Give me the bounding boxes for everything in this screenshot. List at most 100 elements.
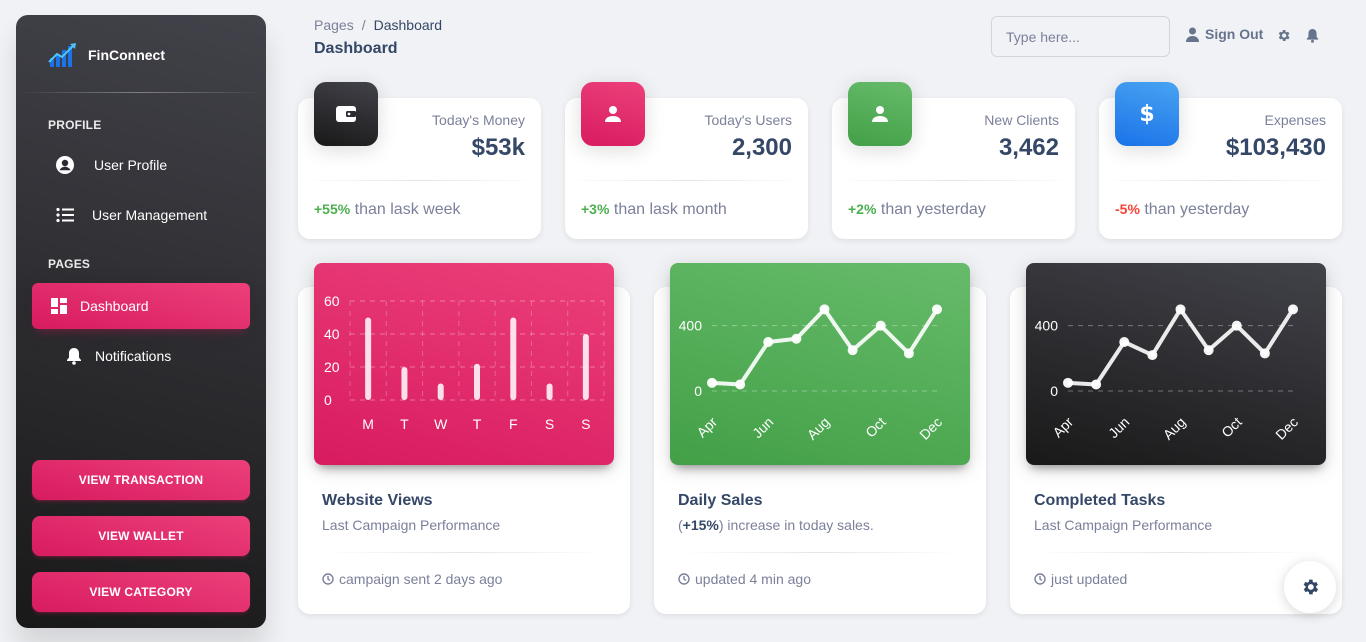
chart-title: Completed Tasks bbox=[1034, 492, 1166, 509]
clock-icon bbox=[1034, 573, 1046, 585]
stat-label: Expenses bbox=[1264, 112, 1326, 128]
brand-name: FinConnect bbox=[88, 47, 165, 63]
data-point bbox=[819, 304, 830, 315]
stat-label: Today's Users bbox=[704, 112, 792, 128]
stat-value: $53k bbox=[471, 134, 525, 161]
divider bbox=[565, 180, 808, 181]
x-tick-label: F bbox=[509, 416, 518, 432]
stat-value: 2,300 bbox=[731, 134, 792, 161]
data-point bbox=[1259, 348, 1270, 359]
x-tick-label: Oct bbox=[862, 414, 889, 441]
stat-change-text: than lask month bbox=[609, 201, 727, 218]
bar-chart: 0 20 40 60 M T W T F S S bbox=[324, 293, 605, 432]
breadcrumb-root[interactable]: Pages bbox=[314, 17, 354, 33]
sidebar-item-label: User Management bbox=[92, 207, 208, 223]
sidebar-item-user-profile[interactable]: User Profile bbox=[32, 142, 250, 188]
clock-icon bbox=[322, 573, 334, 585]
x-tick-label: S bbox=[581, 416, 590, 432]
x-tick-label: Apr bbox=[693, 414, 720, 441]
stat-icon-box bbox=[848, 82, 912, 146]
x-tick-label: Oct bbox=[1218, 414, 1245, 441]
view-wallet-button[interactable]: VIEW WALLET bbox=[32, 516, 250, 556]
breadcrumb: Pages / Dashboard bbox=[314, 17, 442, 33]
line-chart: 0 400 Apr Jun Aug Oct Dec bbox=[1035, 304, 1301, 443]
stat-change: +2% bbox=[848, 201, 877, 217]
bar bbox=[546, 383, 553, 400]
stat-label: New Clients bbox=[984, 112, 1059, 128]
x-tick-label: S bbox=[545, 416, 554, 432]
sidebar-item-label: Notifications bbox=[95, 348, 172, 364]
chart-footer-text: just updated bbox=[1051, 571, 1128, 587]
sign-out-button[interactable]: Sign Out bbox=[1186, 26, 1263, 42]
stat-icon-box: $ bbox=[1115, 82, 1179, 146]
chart-footer-text: campaign sent 2 days ago bbox=[339, 571, 503, 587]
stat-card-expenses: $ Expenses $103,430 -5% than yesterday bbox=[1099, 82, 1342, 239]
settings-fab-button[interactable] bbox=[1284, 561, 1336, 613]
user-icon bbox=[1186, 27, 1199, 42]
x-tick-label: Dec bbox=[916, 414, 945, 443]
search-input[interactable] bbox=[991, 16, 1170, 57]
sidebar-item-notifications[interactable]: Notifications bbox=[32, 333, 250, 379]
stat-footer: -5% than yesterday bbox=[1115, 201, 1249, 219]
sidebar-item-dashboard[interactable]: Dashboard bbox=[32, 283, 250, 329]
brand[interactable]: FinConnect bbox=[48, 42, 165, 68]
divider bbox=[832, 180, 1075, 181]
sign-out-label: Sign Out bbox=[1205, 26, 1264, 42]
data-point bbox=[1119, 337, 1130, 347]
data-point bbox=[791, 333, 802, 344]
breadcrumb-separator: / bbox=[361, 17, 366, 33]
chart-subtitle: (+15%) increase in today sales. bbox=[678, 517, 874, 533]
x-tick-label: Jun bbox=[1105, 414, 1132, 441]
breadcrumb-current: Dashboard bbox=[373, 17, 443, 33]
data-point bbox=[1288, 304, 1298, 315]
chart-box: 0 20 40 60 M T W T F S S bbox=[314, 263, 614, 465]
sidebar-divider bbox=[16, 92, 266, 93]
chart-footer-text: updated 4 min ago bbox=[695, 571, 811, 587]
bar bbox=[510, 317, 517, 400]
chart-footer: updated 4 min ago bbox=[678, 571, 811, 587]
stat-icon-box bbox=[581, 82, 645, 146]
chart-card-daily-sales: 0 400 Apr Jun Aug Oct Dec Daily Sales (+15%) i… bbox=[654, 263, 986, 614]
list-icon bbox=[54, 204, 76, 226]
data-point bbox=[875, 320, 886, 331]
stat-change: +3% bbox=[581, 201, 610, 217]
stat-footer: +3% than lask month bbox=[581, 201, 727, 219]
stat-change-text: than yesterday bbox=[1139, 201, 1250, 218]
x-tick-label: Jun bbox=[749, 414, 776, 441]
y-tick-label: 0 bbox=[324, 392, 332, 408]
bar bbox=[365, 317, 372, 400]
gear-icon[interactable] bbox=[1275, 27, 1291, 43]
dashboard-icon bbox=[48, 295, 70, 317]
sidebar-item-label: Dashboard bbox=[80, 298, 149, 314]
view-transaction-button[interactable]: VIEW TRANSACTION bbox=[32, 460, 250, 500]
x-tick-label: W bbox=[434, 416, 448, 432]
stat-card-clients: New Clients 3,462 +2% than yesterday bbox=[832, 82, 1075, 239]
x-tick-label: M bbox=[362, 416, 374, 432]
chart-subtitle: Last Campaign Performance bbox=[322, 517, 501, 533]
divider bbox=[298, 180, 541, 181]
stat-value: $103,430 bbox=[1225, 134, 1326, 161]
chart-title: Daily Sales bbox=[678, 492, 763, 509]
data-point bbox=[903, 348, 914, 359]
person-icon bbox=[605, 106, 621, 122]
chart-subtitle-bold: +15% bbox=[682, 517, 719, 533]
line-chart: 0 400 Apr Jun Aug Oct Dec bbox=[679, 304, 945, 443]
section-title-profile: PROFILE bbox=[48, 118, 102, 132]
stat-value: 3,462 bbox=[998, 134, 1059, 161]
sidebar-item-user-management[interactable]: User Management bbox=[32, 192, 250, 238]
y-tick-label: 0 bbox=[1050, 383, 1058, 399]
y-tick-label: 60 bbox=[324, 293, 340, 309]
view-category-button[interactable]: VIEW CATEGORY bbox=[32, 572, 250, 612]
chart-title: Website Views bbox=[322, 492, 433, 509]
chart-box: 0 400 Apr Jun Aug Oct Dec bbox=[1026, 263, 1326, 465]
data-point bbox=[735, 379, 746, 390]
bell-icon[interactable] bbox=[1304, 27, 1320, 43]
bar bbox=[474, 363, 480, 400]
sidebar-item-label: User Profile bbox=[94, 157, 168, 173]
x-tick-label: T bbox=[473, 416, 482, 432]
chart-box: 0 400 Apr Jun Aug Oct Dec bbox=[670, 263, 970, 465]
divider bbox=[1099, 180, 1342, 181]
data-point bbox=[1175, 304, 1186, 315]
stat-card-users: Today's Users 2,300 +3% than lask month bbox=[565, 82, 808, 239]
chart-subtitle: Last Campaign Performance bbox=[1034, 517, 1213, 533]
